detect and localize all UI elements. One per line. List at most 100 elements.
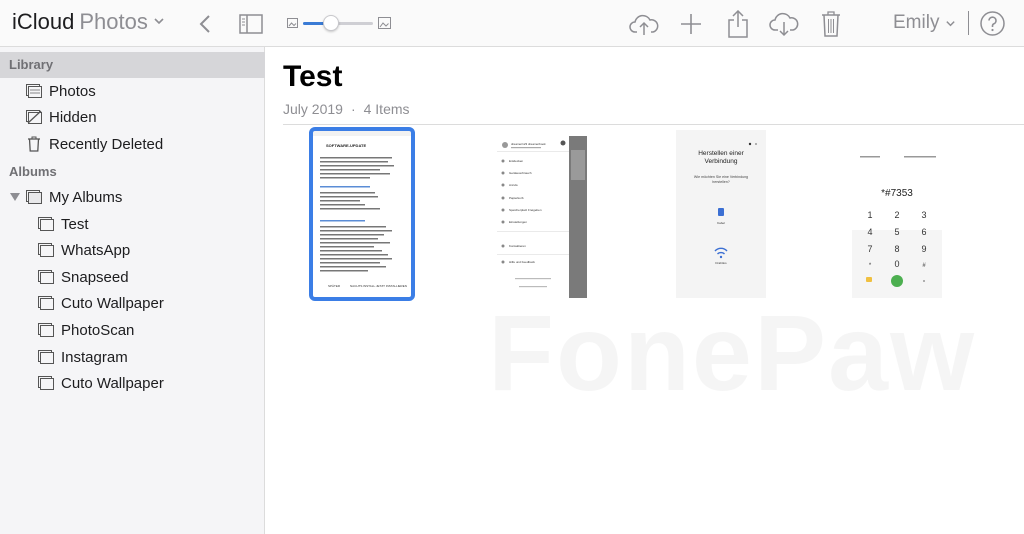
small-photo-icon (287, 18, 298, 28)
dialer-screenshot: *#7353 1 2 3 4 5 6 7 8 9 * 0 # (852, 130, 942, 298)
connection-setup-screenshot: Herstellen einer Verbindung Wie möchten S… (676, 130, 766, 298)
thumb2-menu-item: Anrufe (509, 183, 518, 187)
thumb4-key: 5 (894, 227, 899, 237)
sidebar-item-album[interactable]: Cuto Wallpaper (0, 290, 265, 316)
album-icon (38, 349, 54, 365)
photo-thumbnail-dialer[interactable]: *#7353 1 2 3 4 5 6 7 8 9 * 0 # (852, 130, 942, 298)
brand-photos: Photos (79, 9, 148, 34)
sidebar-item-album[interactable]: Cuto Wallpaper (0, 370, 265, 396)
thumb4-key: 7 (867, 244, 872, 254)
brand-icloud: iCloud (12, 9, 75, 34)
sidebar-toggle-icon (239, 13, 263, 34)
sidebar-item-recently-deleted[interactable]: Recently Deleted (0, 131, 265, 157)
sidebar-toggle-button[interactable] (238, 0, 264, 47)
back-button[interactable] (194, 0, 216, 47)
album-content: Test July 2019 · 4 Items SOFTWARE-UPDATE S… (266, 47, 1024, 534)
album-date: July 2019 (283, 101, 343, 117)
thumb2-menu-item: Hilfe und Feedback (509, 260, 535, 264)
thumb2-menu-item: Einstellungen (509, 220, 527, 224)
zoom-slider-knob[interactable] (323, 15, 339, 31)
thumb4-key: 2 (894, 210, 899, 220)
sidebar-item-my-albums[interactable]: My Albums (0, 184, 265, 210)
user-menu[interactable]: Emily (893, 12, 956, 34)
photo-thumbnail-settings-menu[interactable]: dreamer123 dreamerbook Entdecken Gerätev… (497, 130, 587, 298)
header-divider (283, 124, 1024, 125)
meta-separator: · (350, 101, 356, 117)
sidebar: Library Photos Hidden Recently Deleted A… (0, 47, 265, 534)
album-meta: July 2019 · 4 Items (283, 101, 410, 117)
sidebar-item-album[interactable]: Snapseed (0, 264, 265, 290)
sidebar-item-album[interactable]: Instagram (0, 344, 265, 370)
thumb2-menu-item: Geräteverbrauch (509, 171, 532, 175)
sidebar-item-hidden[interactable]: Hidden (0, 104, 265, 130)
zoom-slider[interactable] (287, 12, 391, 34)
thumb3-option-cable: Kabel (717, 221, 725, 225)
thumb4-key: 3 (921, 210, 926, 220)
add-button[interactable] (678, 0, 704, 47)
thumb1-heading: SOFTWARE-UPDATE (326, 143, 366, 148)
album-icon (38, 375, 54, 391)
album-icon (38, 242, 54, 258)
download-button[interactable] (768, 0, 800, 47)
app-brand-menu[interactable]: iCloud Photos (12, 9, 165, 35)
thumb4-key: 6 (921, 227, 926, 237)
sidebar-item-album[interactable]: Test (0, 211, 265, 237)
user-name: Emily (893, 12, 940, 33)
help-icon (979, 11, 1005, 36)
thumb2-menu-item: Speicherplatz Freigeben (509, 208, 542, 212)
thumb4-key: 0 (894, 259, 899, 269)
thumb1-later-button: SPÄTER (328, 284, 341, 288)
album-icon (38, 322, 54, 338)
toolbar-divider (968, 11, 969, 35)
section-header-albums[interactable]: Albums (0, 159, 265, 185)
thumb1-now-button: JETZT INSTALLIEREN (376, 284, 407, 288)
thumb4-key: 8 (894, 244, 899, 254)
chevron-left-icon (199, 14, 210, 33)
upload-button[interactable] (628, 0, 660, 47)
cloud-download-icon (769, 12, 799, 36)
watermark: FonePaw (488, 290, 976, 415)
sidebar-item-label: My Albums (49, 188, 123, 206)
album-icon (38, 295, 54, 311)
settings-menu-screenshot: dreamer123 dreamerbook Entdecken Gerätev… (497, 130, 587, 298)
photo-thumbnail-software-update[interactable]: SOFTWARE-UPDATE SPÄTER NACHTS INSTALL. J… (309, 127, 415, 301)
trash-icon (26, 136, 42, 152)
section-header-library[interactable]: Library (0, 52, 265, 78)
thumb2-menu-item: Entdecken (509, 159, 524, 163)
share-icon (728, 9, 748, 38)
help-button[interactable] (979, 0, 1005, 47)
disclosure-triangle-icon[interactable] (10, 193, 21, 201)
thumb2-account: dreamer123 dreamerbook (511, 142, 546, 146)
sidebar-item-label: Instagram (61, 348, 128, 366)
sidebar-item-photos[interactable]: Photos (0, 78, 265, 104)
plus-icon (681, 13, 701, 34)
chevron-down-icon (154, 18, 164, 25)
cloud-upload-icon (629, 14, 659, 35)
thumb1-night-button: NACHTS INSTALL. (350, 284, 376, 288)
software-update-screenshot: SOFTWARE-UPDATE SPÄTER NACHTS INSTALL. J… (312, 130, 412, 298)
chevron-down-icon (946, 20, 956, 26)
photo-thumbnail-connection[interactable]: Herstellen einer Verbindung Wie möchten S… (676, 130, 766, 298)
album-icon (38, 216, 54, 232)
top-toolbar: iCloud Photos Emily (0, 0, 1024, 47)
sidebar-item-label: Hidden (49, 108, 97, 126)
hidden-icon (26, 109, 42, 125)
thumb4-number: *#7353 (881, 188, 913, 199)
sidebar-item-label: WhatsApp (61, 241, 131, 259)
thumb4-key: 9 (921, 244, 926, 254)
sidebar-item-album[interactable]: PhotoScan (0, 317, 265, 343)
sidebar-item-label: Cuto Wallpaper (61, 374, 164, 392)
share-button[interactable] (725, 0, 751, 47)
thumb4-key: 1 (867, 210, 872, 220)
large-photo-icon (378, 17, 391, 29)
page-title: Test (283, 60, 343, 93)
album-icon (38, 269, 54, 285)
thumb4-key: 4 (867, 227, 872, 237)
delete-button[interactable] (819, 0, 843, 47)
sidebar-item-label: Photos (49, 82, 96, 100)
thumb3-option-wireless: Drahtlos (715, 261, 727, 265)
album-stack-icon (26, 189, 42, 205)
sidebar-item-label: Snapseed (61, 268, 129, 286)
sidebar-item-album[interactable]: WhatsApp (0, 237, 265, 263)
sidebar-item-label: PhotoScan (61, 321, 135, 339)
